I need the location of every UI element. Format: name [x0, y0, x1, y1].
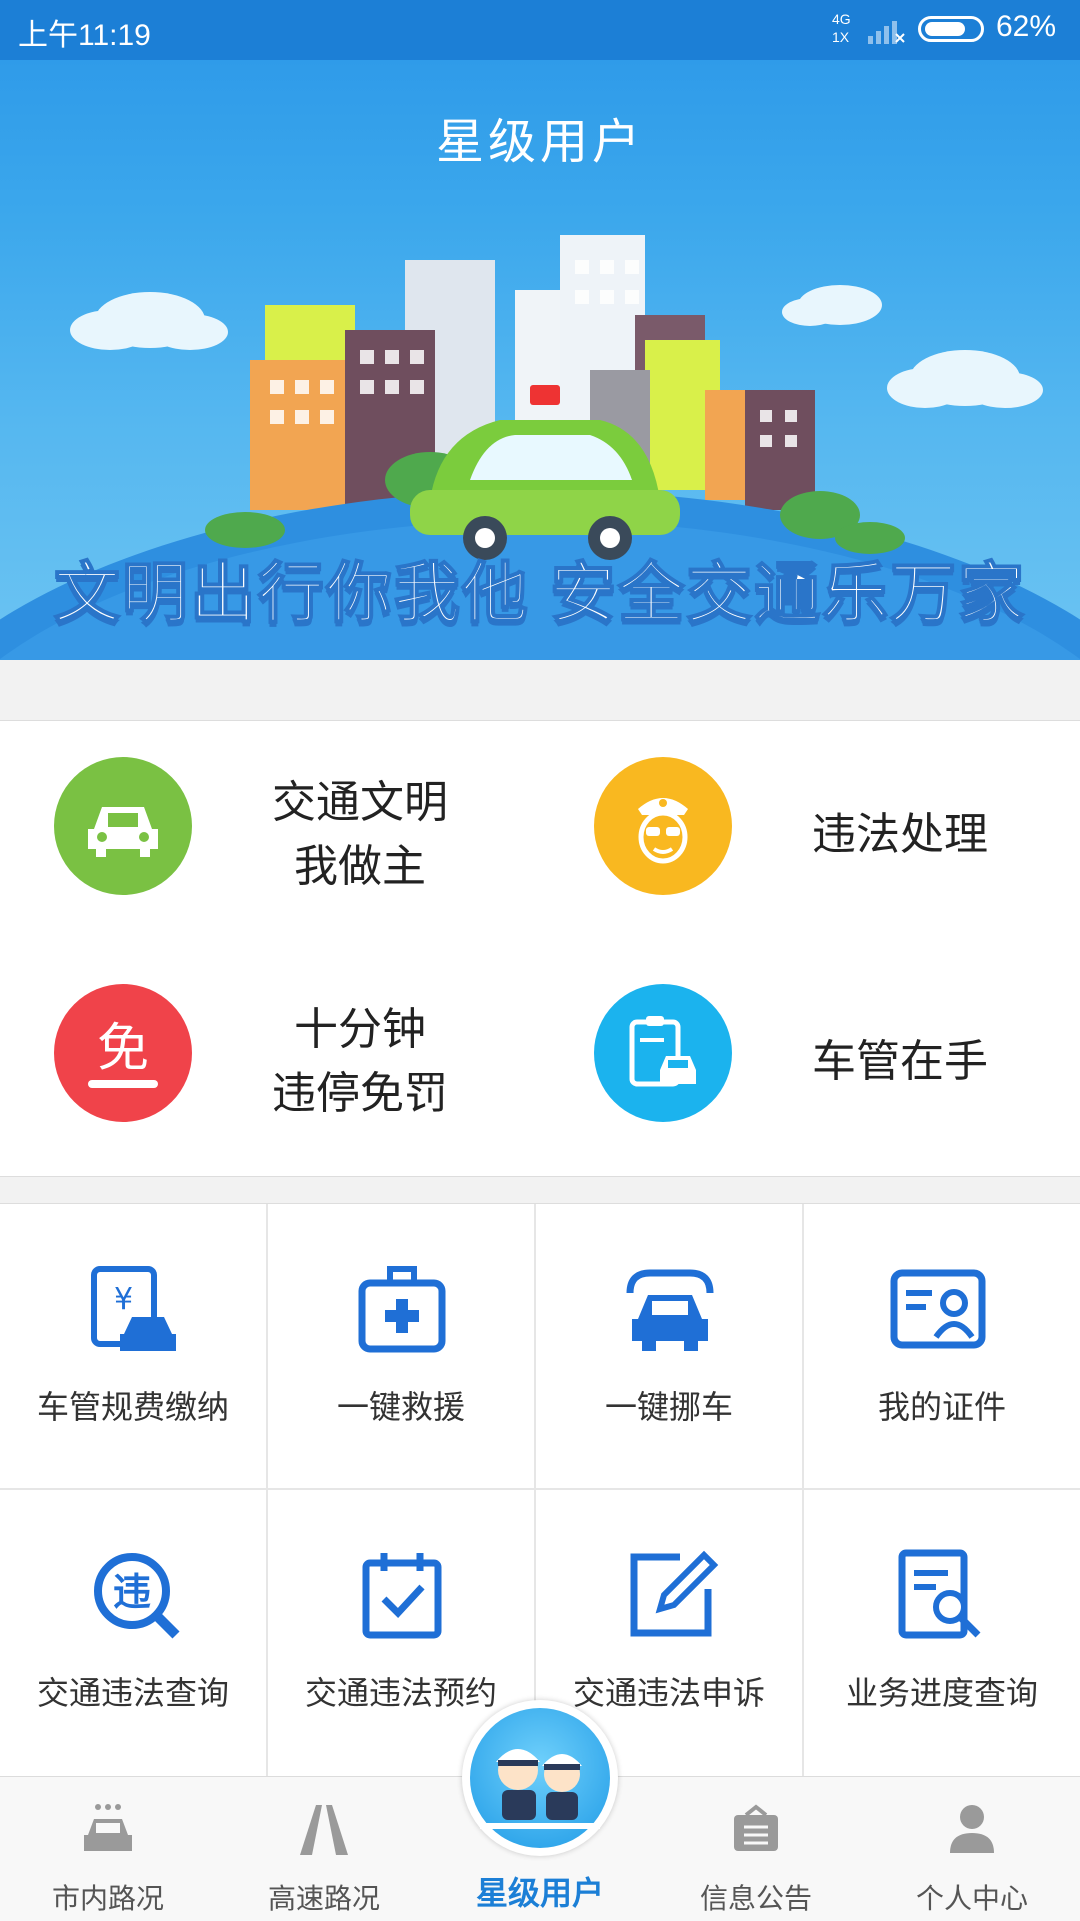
quick-item-civilized[interactable]: 交通文明 我做主 — [0, 721, 540, 948]
svg-text:违: 违 — [113, 1570, 151, 1614]
quick-actions: 交通文明 我做主 违法处理 免 十分钟 违停免罚 车管在手 — [0, 720, 1080, 1177]
banner-slogan: 文明出行你我他 安全交通乐万家 — [53, 555, 1027, 631]
tab-label: 市内路况 — [51, 1883, 164, 1914]
police-mascot-icon — [470, 1708, 610, 1848]
service-my-docs[interactable]: 我的证件 — [804, 1204, 1080, 1490]
person-icon — [950, 1805, 994, 1853]
service-violation-query[interactable]: 违 交通违法查询 — [0, 1490, 268, 1781]
city-car-icon — [84, 1804, 132, 1851]
service-progress-query[interactable]: 业务进度查询 — [804, 1490, 1080, 1781]
quick-label-vehicle-mgmt: 车管在手 — [812, 1036, 988, 1086]
status-time: 上午11:19 — [18, 19, 151, 52]
tab-city-traffic[interactable]: 市内路况 — [0, 1777, 216, 1921]
notice-bag-icon — [734, 1804, 778, 1851]
quick-label-violation: 违法处理 — [812, 809, 988, 859]
service-label: 一键救援 — [336, 1389, 465, 1425]
quick-label-civilized: 交通文明 我做主 — [272, 777, 448, 891]
edit-icon — [630, 1550, 719, 1637]
network-type: 4G 1X — [832, 11, 851, 45]
quick-item-violation[interactable]: 违法处理 — [540, 721, 1080, 948]
banner[interactable]: 星级用户 文明出行你我他 安全交通乐万家 — [0, 60, 1080, 660]
first-aid-icon — [358, 1266, 446, 1353]
service-label: 我的证件 — [877, 1389, 1006, 1425]
tab-label: 高速路况 — [267, 1883, 380, 1914]
svg-text:免: 免 — [97, 1019, 149, 1079]
tow-car-icon — [626, 1269, 714, 1351]
status-bar: 上午11:19 4G 1X 62% — [0, 0, 1080, 60]
service-grid: ¥ 车管规费缴纳 一键救援 一键挪车 我的证件 违 交通违法查询 交通违法预约 … — [0, 1203, 1080, 1781]
tab-personal-center[interactable]: 个人中心 — [864, 1777, 1080, 1921]
clipboard-car-icon — [594, 984, 732, 1122]
battery-percent: 62% — [996, 10, 1057, 43]
service-label: 一键挪车 — [604, 1389, 733, 1425]
highway-icon — [300, 1805, 348, 1855]
id-card-icon — [890, 1269, 986, 1349]
service-rescue[interactable]: 一键救援 — [268, 1204, 536, 1490]
svg-text:¥: ¥ — [114, 1282, 133, 1317]
tab-announcements[interactable]: 信息公告 — [648, 1777, 864, 1921]
signal-icon — [868, 21, 905, 44]
fee-car-icon: ¥ — [91, 1266, 176, 1351]
calendar-check-icon — [362, 1553, 442, 1639]
tab-label: 个人中心 — [915, 1883, 1028, 1914]
service-label: 车管规费缴纳 — [36, 1389, 229, 1425]
car-icon — [54, 757, 192, 895]
service-move-car[interactable]: 一键挪车 — [536, 1204, 804, 1490]
police-icon — [594, 757, 732, 895]
document-search-icon — [898, 1549, 981, 1639]
tab-label: 信息公告 — [699, 1883, 812, 1914]
center-user-button[interactable] — [462, 1700, 618, 1856]
center-user-label: 星级用户 — [475, 1875, 604, 1911]
service-fee-payment[interactable]: ¥ 车管规费缴纳 — [0, 1204, 268, 1490]
exempt-icon: 免 — [54, 984, 192, 1122]
violation-search-icon: 违 — [94, 1553, 180, 1639]
tab-highway-traffic[interactable]: 高速路况 — [216, 1777, 432, 1921]
quick-item-vehicle-mgmt[interactable]: 车管在手 — [540, 948, 1080, 1175]
quick-label-exempt: 十分钟 违停免罚 — [272, 1004, 448, 1118]
service-label: 交通违法查询 — [36, 1675, 229, 1711]
battery-icon — [918, 16, 984, 42]
service-label: 业务进度查询 — [845, 1675, 1038, 1711]
quick-item-exempt[interactable]: 免 十分钟 违停免罚 — [0, 948, 540, 1175]
